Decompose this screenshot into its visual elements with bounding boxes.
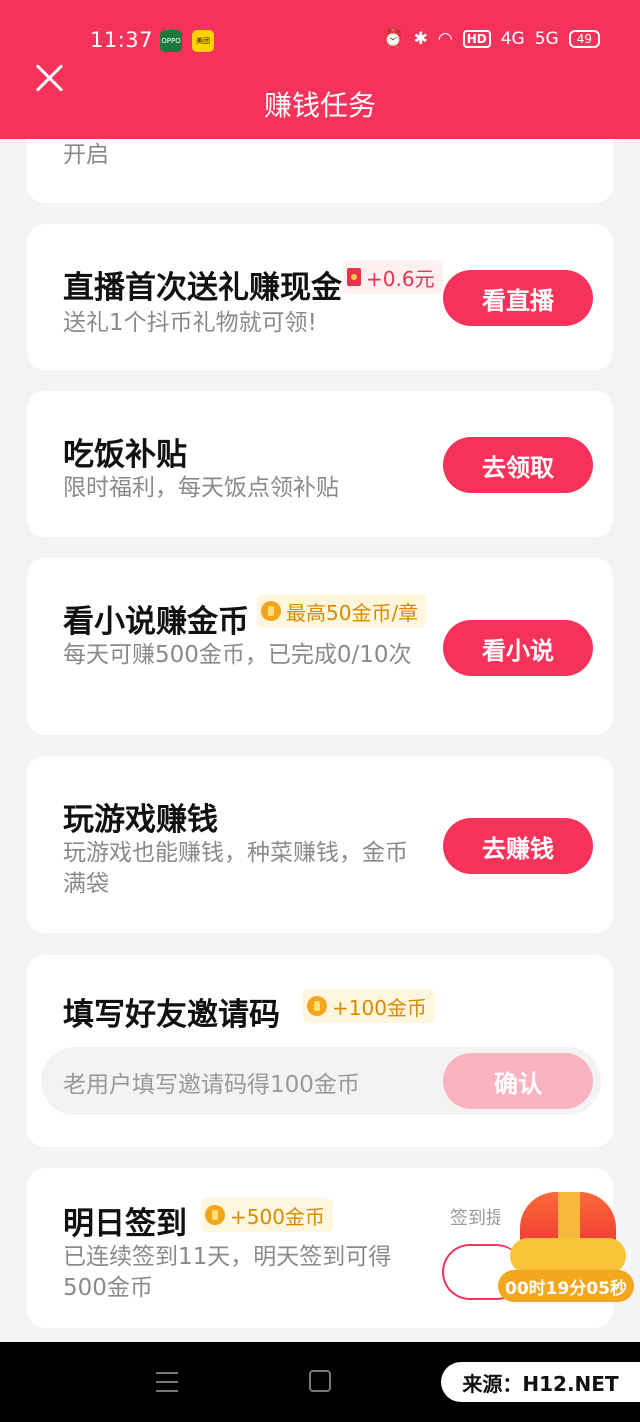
meituan-app-icon: 美团 [192,30,214,52]
chest-countdown: 00时19分05秒 [498,1270,634,1302]
menu-icon[interactable] [156,1372,178,1392]
coin-icon [205,1205,225,1225]
sign-subtitle: 已连续签到11天，明天签到可得500金币 [63,1244,392,1301]
task-title: 看小说赚金币 [63,604,249,640]
watch-live-button[interactable]: 看直播 [443,270,593,326]
invite-code-placeholder: 老用户填写邀请码得100金币 [63,1072,360,1098]
hd-icon: HD [462,30,491,48]
status-icons: ⏰ ✱ ◠ HD 4G 5G 49 [382,29,600,49]
status-time: 11:37 [90,28,154,52]
claim-button[interactable]: 去领取 [443,437,593,493]
task-subtitle: 限时福利，每天饭点领补贴 [63,475,339,501]
reward-badge: +100金币 [303,989,435,1023]
page-title: 赚钱任务 [263,89,376,122]
task-title: 玩游戏赚钱 [63,802,218,838]
reward-badge-text: +500金币 [230,1204,325,1229]
signal-5g-icon: 5G [534,29,559,49]
home-icon[interactable] [309,1370,331,1392]
wifi-icon: ◠ [437,29,453,49]
bluetooth-icon: ✱ [413,29,428,49]
reward-badge-text: 最高50金币/章 [286,600,419,625]
task-title: 直播首次送礼赚现金 [63,270,342,306]
battery-icon: 49 [568,30,600,48]
oppo-app-icon: OPPO [160,30,182,52]
invite-code-input[interactable]: 老用户填写邀请码得100金币 确认 [41,1047,601,1115]
coin-icon [307,996,327,1016]
confirm-button[interactable]: 确认 [443,1053,593,1109]
reward-badge-text: +100金币 [332,995,427,1020]
sign-reminder-label: 签到提醒 [450,1208,500,1229]
treasure-chest-widget[interactable]: 00时19分05秒 [498,1182,634,1304]
reward-badge: +500金币 [201,1198,333,1232]
alarm-icon: ⏰ [382,29,404,49]
task-card-live-gift: 直播首次送礼赚现金 +0.6元 送礼1个抖币礼物就可领! 看直播 [27,224,613,370]
reward-badge: +0.6元 [343,260,443,294]
sign-title: 明日签到 [63,1206,187,1242]
task-subtitle: 玩游戏也能赚钱，种菜赚钱，金币满袋 [63,840,408,897]
read-novel-button[interactable]: 看小说 [443,620,593,676]
task-card-game: 玩游戏赚钱 玩游戏也能赚钱，种菜赚钱，金币满袋 去赚钱 [27,756,613,933]
task-title: 吃饭补贴 [63,437,187,473]
task-subtitle: 送礼1个抖币礼物就可领! [63,310,317,336]
source-watermark: 来源：H12.NET [441,1362,640,1402]
task-card-novel: 看小说赚金币 最高50金币/章 每天可赚500金币，已完成0/10次 看小说 [27,558,613,735]
invite-code-card: 填写好友邀请码 +100金币 老用户填写邀请码得100金币 确认 [27,955,613,1147]
red-envelope-icon [347,268,361,286]
reward-badge: 最高50金币/章 [257,594,427,628]
chest-coins [510,1238,626,1274]
invite-title: 填写好友邀请码 [63,997,280,1033]
task-subtitle: 每天可赚500金币，已完成0/10次 [63,642,412,668]
reward-badge-text: +0.6元 [366,266,435,291]
signal-4g-icon: 4G [500,29,525,49]
top-header: 11:37 OPPO 美团 ⏰ ✱ ◠ HD 4G 5G 49 赚钱任务 [0,0,640,139]
task-card-meal-subsidy: 吃饭补贴 限时福利，每天饭点领补贴 去领取 [27,391,613,537]
status-bar: 11:37 OPPO 美团 ⏰ ✱ ◠ HD 4G 5G 49 [0,22,640,62]
task-subtitle: 开启 [63,142,109,168]
coin-icon [261,601,281,621]
earn-game-button[interactable]: 去赚钱 [443,818,593,874]
